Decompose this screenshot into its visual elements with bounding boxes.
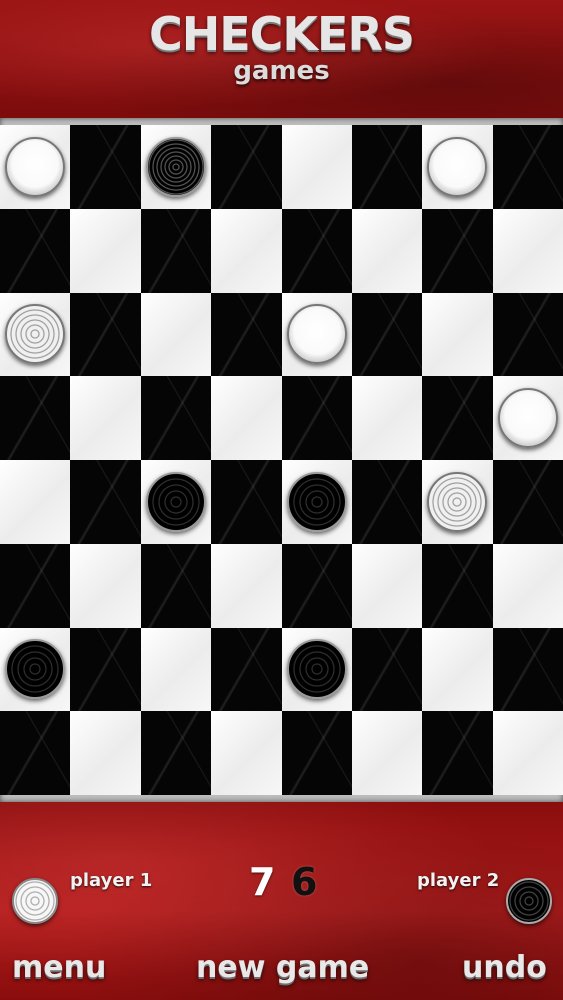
white-checker-piece-king[interactable] xyxy=(5,304,66,365)
board-square-r3c1[interactable] xyxy=(70,376,141,460)
board-square-r5c2[interactable] xyxy=(140,543,212,628)
board-square-r5c7[interactable] xyxy=(492,543,563,628)
board-square-r0c4[interactable] xyxy=(281,125,352,209)
board-square-r2c5[interactable] xyxy=(351,292,423,377)
black-checker-piece[interactable] xyxy=(286,471,347,532)
board-square-r4c6[interactable] xyxy=(422,460,493,544)
board-square-r3c4[interactable] xyxy=(281,376,352,460)
board-square-r6c0[interactable] xyxy=(0,627,71,712)
black-checker-piece[interactable] xyxy=(5,639,66,700)
board-square-r4c1[interactable] xyxy=(70,460,141,544)
board-square-r3c7[interactable] xyxy=(492,376,563,460)
player1-score: 7 xyxy=(249,860,276,904)
board-square-r5c0[interactable] xyxy=(0,543,71,628)
undo-button[interactable]: undo xyxy=(462,948,547,988)
board-square-r5c3[interactable] xyxy=(211,543,282,628)
white-checker-piece[interactable] xyxy=(427,136,488,197)
board-square-r2c2[interactable] xyxy=(140,292,212,377)
board-square-r2c7[interactable] xyxy=(492,292,563,377)
logo-subtitle: games xyxy=(233,56,330,86)
board-square-r1c7[interactable] xyxy=(492,208,563,293)
menu-button[interactable]: menu xyxy=(12,948,106,988)
board-square-r6c2[interactable] xyxy=(140,627,212,712)
board-square-r3c6[interactable] xyxy=(422,376,493,460)
black-checker-piece[interactable] xyxy=(145,471,206,532)
player2-piece-icon xyxy=(506,878,552,924)
board-square-r7c7[interactable] xyxy=(492,711,563,795)
board-square-r6c7[interactable] xyxy=(492,627,563,712)
board-square-r0c7[interactable] xyxy=(492,125,563,209)
white-checker-piece[interactable] xyxy=(5,136,66,197)
board-square-r0c0[interactable] xyxy=(0,125,71,209)
board-square-r1c1[interactable] xyxy=(70,208,141,293)
player2-label: player 2 xyxy=(417,870,500,891)
board-square-r7c4[interactable] xyxy=(281,711,352,795)
player1-label: player 1 xyxy=(70,870,153,891)
board-square-r5c1[interactable] xyxy=(70,543,141,628)
board-square-r6c1[interactable] xyxy=(70,627,141,712)
board-square-r5c5[interactable] xyxy=(351,543,423,628)
player1-piece-icon xyxy=(12,878,58,924)
board-square-r4c0[interactable] xyxy=(0,460,71,544)
board-square-r2c3[interactable] xyxy=(211,292,282,377)
board-square-r2c0[interactable] xyxy=(0,292,71,377)
board-square-r6c5[interactable] xyxy=(351,627,423,712)
footer-bar: player 1 player 2 7 6 menu new game undo xyxy=(0,802,563,1000)
board-square-r3c2[interactable] xyxy=(140,376,212,460)
white-checker-piece[interactable] xyxy=(497,388,558,449)
black-checker-piece[interactable] xyxy=(286,639,347,700)
board-square-r4c5[interactable] xyxy=(351,460,423,544)
board-square-r7c5[interactable] xyxy=(351,711,423,795)
board-frame xyxy=(0,118,563,802)
white-checker-piece[interactable] xyxy=(286,304,347,365)
board-square-r4c3[interactable] xyxy=(211,460,282,544)
checkers-board[interactable] xyxy=(0,125,563,795)
board-square-r7c3[interactable] xyxy=(211,711,282,795)
board-square-r0c2[interactable] xyxy=(140,125,212,209)
board-square-r6c3[interactable] xyxy=(211,627,282,712)
board-square-r6c6[interactable] xyxy=(422,627,493,712)
new-game-button[interactable]: new game xyxy=(196,948,369,988)
board-square-r7c6[interactable] xyxy=(422,711,493,795)
board-square-r2c4[interactable] xyxy=(281,292,352,377)
board-square-r4c7[interactable] xyxy=(492,460,563,544)
board-square-r3c5[interactable] xyxy=(351,376,423,460)
board-square-r5c4[interactable] xyxy=(281,543,352,628)
board-square-r7c1[interactable] xyxy=(70,711,141,795)
board-square-r2c6[interactable] xyxy=(422,292,493,377)
board-square-r0c1[interactable] xyxy=(70,125,141,209)
board-square-r1c6[interactable] xyxy=(422,208,493,293)
board-square-r1c2[interactable] xyxy=(140,208,212,293)
board-square-r1c4[interactable] xyxy=(281,208,352,293)
board-square-r4c2[interactable] xyxy=(140,460,212,544)
board-square-r0c3[interactable] xyxy=(211,125,282,209)
board-square-r7c2[interactable] xyxy=(140,711,212,795)
player2-score: 6 xyxy=(291,860,318,904)
board-square-r2c1[interactable] xyxy=(70,292,141,377)
board-square-r1c3[interactable] xyxy=(211,208,282,293)
board-square-r0c5[interactable] xyxy=(351,125,423,209)
header: CHECKERS games xyxy=(0,0,563,118)
board-square-r7c0[interactable] xyxy=(0,711,71,795)
board-square-r3c3[interactable] xyxy=(211,376,282,460)
board-square-r1c5[interactable] xyxy=(351,208,423,293)
black-checker-piece-king[interactable] xyxy=(145,136,206,197)
board-square-r6c4[interactable] xyxy=(281,627,352,712)
board-square-r3c0[interactable] xyxy=(0,376,71,460)
board-square-r4c4[interactable] xyxy=(281,460,352,544)
white-checker-piece-king[interactable] xyxy=(427,471,488,532)
board-square-r5c6[interactable] xyxy=(422,543,493,628)
board-square-r0c6[interactable] xyxy=(422,125,493,209)
board-square-r1c0[interactable] xyxy=(0,208,71,293)
